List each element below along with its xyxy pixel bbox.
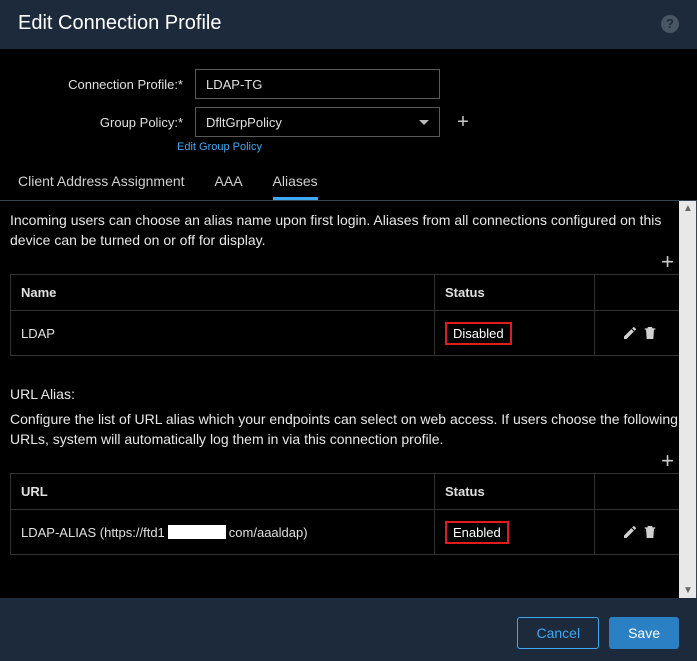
aliases-col-name: Name bbox=[11, 275, 435, 310]
table-row: LDAP-ALIAS (https://ftd1 com/aaaldap) En… bbox=[11, 510, 685, 554]
tab-aaa[interactable]: AAA bbox=[215, 167, 243, 200]
url-alias-url: LDAP-ALIAS (https://ftd1 com/aaaldap) bbox=[11, 510, 435, 554]
scroll-down-icon[interactable]: ▼ bbox=[683, 585, 693, 596]
url-col-status: Status bbox=[435, 474, 595, 509]
url-col-actions bbox=[595, 482, 685, 502]
alias-status-badge: Disabled bbox=[445, 322, 512, 345]
tab-client-address[interactable]: Client Address Assignment bbox=[18, 167, 185, 200]
aliases-table: Name Status LDAP Disabled bbox=[10, 274, 686, 356]
group-policy-select[interactable]: DfltGrpPolicy bbox=[195, 107, 440, 137]
cancel-button[interactable]: Cancel bbox=[517, 617, 599, 649]
url-suffix: com/aaaldap) bbox=[229, 525, 308, 540]
redacted-block bbox=[168, 525, 226, 539]
url-alias-description: Configure the list of URL alias which yo… bbox=[0, 408, 696, 453]
chevron-down-icon bbox=[419, 120, 429, 125]
add-group-policy-button[interactable]: + bbox=[452, 111, 474, 133]
edit-icon[interactable] bbox=[622, 325, 638, 341]
page-title: Edit Connection Profile bbox=[18, 12, 221, 35]
aliases-col-status: Status bbox=[435, 275, 595, 310]
table-row: LDAP Disabled bbox=[11, 311, 685, 355]
group-policy-label: Group Policy:* bbox=[18, 115, 183, 130]
content-panel: Incoming users can choose an alias name … bbox=[0, 201, 697, 598]
group-policy-value: DfltGrpPolicy bbox=[206, 115, 282, 130]
aliases-description: Incoming users can choose an alias name … bbox=[0, 201, 696, 254]
alias-name: LDAP bbox=[11, 311, 435, 355]
scrollbar[interactable]: ▲ ▼ bbox=[679, 201, 697, 598]
delete-icon[interactable] bbox=[642, 325, 658, 341]
tab-aliases[interactable]: Aliases bbox=[273, 167, 318, 200]
url-col-url: URL bbox=[11, 474, 435, 509]
edit-group-policy-link[interactable]: Edit Group Policy bbox=[177, 141, 697, 153]
add-alias-button[interactable]: + bbox=[661, 254, 674, 270]
save-button[interactable]: Save bbox=[609, 617, 679, 649]
connection-profile-label: Connection Profile:* bbox=[18, 77, 183, 92]
add-url-alias-button[interactable]: + bbox=[661, 453, 674, 469]
connection-profile-input[interactable] bbox=[195, 69, 440, 99]
edit-icon[interactable] bbox=[622, 524, 638, 540]
url-prefix: LDAP-ALIAS (https://ftd1 bbox=[21, 525, 165, 540]
help-icon[interactable]: ? bbox=[661, 15, 679, 33]
url-alias-label: URL Alias: bbox=[0, 376, 696, 408]
aliases-col-actions bbox=[595, 283, 685, 303]
scroll-up-icon[interactable]: ▲ bbox=[683, 203, 693, 214]
url-alias-table: URL Status LDAP-ALIAS (https://ftd1 com/… bbox=[10, 473, 686, 555]
delete-icon[interactable] bbox=[642, 524, 658, 540]
url-alias-status-badge: Enabled bbox=[445, 521, 509, 544]
